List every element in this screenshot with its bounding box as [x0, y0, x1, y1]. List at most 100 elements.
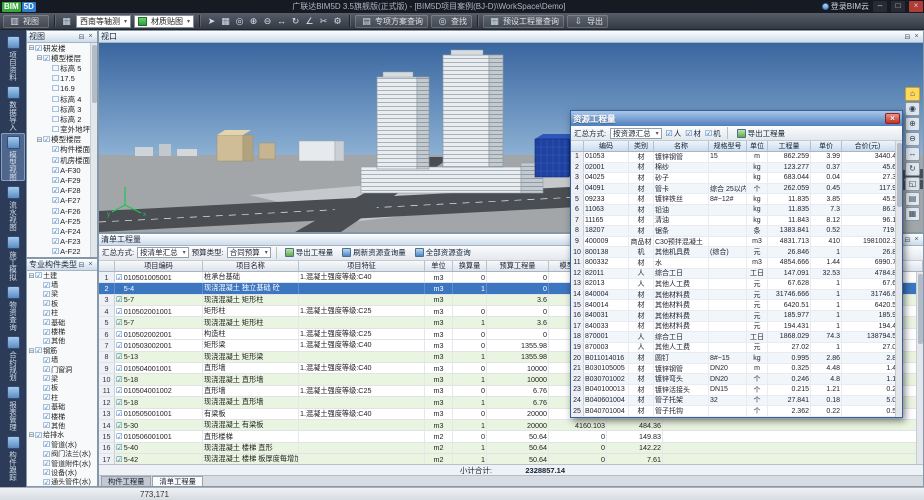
select-cursor-icon[interactable]: ➤	[205, 15, 218, 28]
tree-item[interactable]: ☑ 梁	[27, 290, 97, 299]
header-unit[interactable]: 单位	[747, 141, 768, 151]
zoom-out-view-icon[interactable]: ⊖	[905, 132, 920, 146]
export-quantity-button[interactable]: 导出工程量	[282, 247, 337, 259]
tree-item[interactable]: ☑ 门窗洞	[27, 365, 97, 374]
tree-item[interactable]: ☑ 阀门法兰(水)	[27, 449, 97, 458]
preset-quantity-query-button[interactable]: ▦ 预设工程量查询	[483, 15, 564, 28]
header-category[interactable]: 类别	[629, 141, 654, 151]
header-quantity[interactable]: 工程量	[768, 141, 811, 151]
resource-table-row[interactable]: 1 01053 材 镀锌钢管 15 m 862.259 3.99 3440.41	[571, 152, 902, 163]
view-tree-scrollbar[interactable]	[90, 43, 97, 257]
row-checkbox[interactable]: ☑	[116, 273, 123, 282]
resource-filter-checkbox[interactable]: ☑ 材	[685, 128, 701, 139]
tree-item[interactable]: ☑ A-F26	[27, 206, 97, 216]
row-checkbox[interactable]: ☑	[116, 386, 123, 395]
tree-item[interactable]: ☐ 标高 5	[27, 63, 97, 73]
resource-filter-checkbox[interactable]: ☑ 人	[666, 128, 682, 139]
checkbox[interactable]: ☑	[52, 196, 59, 205]
resource-table-row[interactable]: 11 800332 材 水 m3 4854.666 1.44 6990.72	[571, 258, 902, 269]
row-checkbox[interactable]: ☑	[116, 398, 123, 407]
checkbox[interactable]: ☑	[43, 290, 50, 299]
tree-item[interactable]: ⊟ ☑ 模型楼层	[27, 53, 97, 63]
query-all-resources-button[interactable]: 全部资源查询	[412, 247, 474, 259]
resource-table-row[interactable]: 18 870001 人 综合工日 工日 1868.029 74.3 138794…	[571, 332, 902, 343]
tree-item[interactable]: ⊟ ☑ 钢筋	[27, 346, 97, 355]
resource-table-row[interactable]: 17 840033 材 其他材料费 元 194.431 1 194.43	[571, 322, 902, 333]
expander-icon[interactable]: ⊟	[28, 44, 35, 52]
checkbox[interactable]: ☑	[52, 156, 59, 165]
resource-table-row[interactable]: 16 840031 材 其他材料费 元 185.977 1 185.98	[571, 311, 902, 322]
close-button[interactable]: ×	[909, 1, 923, 12]
tree-item[interactable]: ☐ 标高 2	[27, 114, 97, 124]
home-view-icon[interactable]: ⌂	[905, 87, 920, 101]
section-icon[interactable]: ✂	[317, 15, 330, 28]
white-slab-building[interactable]	[299, 141, 344, 161]
tree-item[interactable]: ☑ 梁	[27, 374, 97, 383]
checkbox[interactable]: ☑	[52, 145, 59, 154]
tree-item[interactable]: ☑ A-F24	[27, 226, 97, 236]
tree-item[interactable]: ☑ 墙	[27, 356, 97, 365]
resource-table-row[interactable]: 15 840014 材 其他材料费 元 6420.51 1 6420.51	[571, 300, 902, 311]
checkbox[interactable]: ☑	[52, 237, 59, 246]
pan-icon[interactable]: ↔	[275, 15, 288, 28]
resource-table-row[interactable]: 25 B040701004 材 管子托钩 个 2.362 0.22 0.52	[571, 406, 902, 417]
sidebar-tab[interactable]: 流水视图	[1, 183, 25, 231]
tree-item[interactable]: ☑ A-F29	[27, 175, 97, 185]
checkbox[interactable]: ☑	[43, 478, 50, 486]
checkbox[interactable]: ☑	[52, 217, 59, 226]
checkbox[interactable]: ☑	[43, 299, 50, 308]
resource-table-row[interactable]: 14 840004 材 其他材料费 元 31746.666 1 31746.67	[571, 290, 902, 301]
expander-icon[interactable]: ⊟	[28, 272, 35, 280]
grid-icon[interactable]: ▦	[60, 15, 73, 28]
header-conversion[interactable]: 换算量	[453, 261, 487, 271]
checkbox[interactable]: ☑	[43, 384, 50, 393]
header-item-feature[interactable]: 项目特征	[299, 261, 425, 271]
checkbox[interactable]: ☑	[43, 318, 50, 327]
resource-table-row[interactable]: 10 800138 机 其他机具费 (综合) 元 26.846 1 26.85	[571, 247, 902, 258]
checkbox[interactable]: ☑	[35, 431, 42, 440]
checkbox[interactable]: ☑	[43, 281, 50, 290]
login-bim-cloud-button[interactable]: 登录BIM云	[822, 1, 869, 12]
minimize-button[interactable]: –	[873, 1, 887, 12]
row-checkbox[interactable]: ☑	[116, 409, 123, 418]
row-checkbox[interactable]: ☑	[116, 375, 123, 384]
tree-item[interactable]: ☐ 室外地坪	[27, 125, 97, 135]
resource-table-row[interactable]: 23 B040100013 材 镀锌活接头 DN15 个 0.215 1.21 …	[571, 385, 902, 396]
tree-item[interactable]: ☑ 管道(水)	[27, 440, 97, 449]
row-checkbox[interactable]: ☑	[116, 341, 123, 350]
tree-item[interactable]: ☑ 柱	[27, 309, 97, 318]
header-item-name[interactable]: 项目名称	[203, 261, 299, 271]
tree-item[interactable]: ⊟ ☑ 模型楼层	[27, 135, 97, 145]
fit-view-icon[interactable]: ◱	[905, 177, 920, 191]
tree-item[interactable]: ☑ 基础	[27, 318, 97, 327]
layers-view-icon[interactable]: ▤	[905, 192, 920, 206]
row-checkbox[interactable]: ☑	[116, 443, 123, 452]
tree-item[interactable]: ☑ A-F27	[27, 196, 97, 206]
quantity-table-scrollbar[interactable]	[916, 272, 923, 464]
special-plan-query-button[interactable]: ▤ 专项方案查询	[355, 15, 428, 28]
checkbox[interactable]: ☑	[43, 421, 50, 430]
checkbox[interactable]: ☑	[52, 247, 59, 256]
bottom-tab[interactable]: 清单工程量	[152, 476, 202, 486]
checkbox[interactable]: ☑	[35, 346, 42, 355]
material-mode-dropdown[interactable]: 材质贴图 ▾	[134, 15, 194, 28]
grid-view-icon[interactable]: ▦	[905, 207, 920, 221]
resource-table-row[interactable]: 4 04091 材 管卡 综合 25以内 个 262.059 0.45 117.…	[571, 184, 902, 195]
focus-icon[interactable]: ◎	[233, 15, 246, 28]
tower-left[interactable]	[377, 72, 429, 169]
float-icon[interactable]: ⊟	[903, 33, 912, 41]
checkbox[interactable]: ☑	[52, 166, 59, 175]
checkbox[interactable]: ☐	[52, 64, 59, 73]
find-button[interactable]: ◎ 查找	[431, 15, 472, 28]
refresh-resource-query-button[interactable]: 刷新资源查询量	[339, 247, 409, 259]
sidebar-tab[interactable]: 物资查询	[1, 283, 25, 331]
tree-item[interactable]: ☐ 标高 4	[27, 94, 97, 104]
export-button[interactable]: ⇩ 导出	[567, 15, 608, 28]
tree-item[interactable]: ☑ 管道附件(水)	[27, 459, 97, 468]
checkbox[interactable]: ☑	[35, 44, 42, 53]
resource-table-row[interactable]: 6 11063 材 铅油 kg 11.835 7.3 86.39	[571, 205, 902, 216]
sidebar-tab[interactable]: 施工模拟	[1, 233, 25, 281]
header-total-price[interactable]: 合价(元)	[842, 141, 902, 151]
checkbox[interactable]: ☑	[43, 374, 50, 383]
summary-mode-dropdown[interactable]: 按清单汇总 ▾	[137, 247, 189, 258]
